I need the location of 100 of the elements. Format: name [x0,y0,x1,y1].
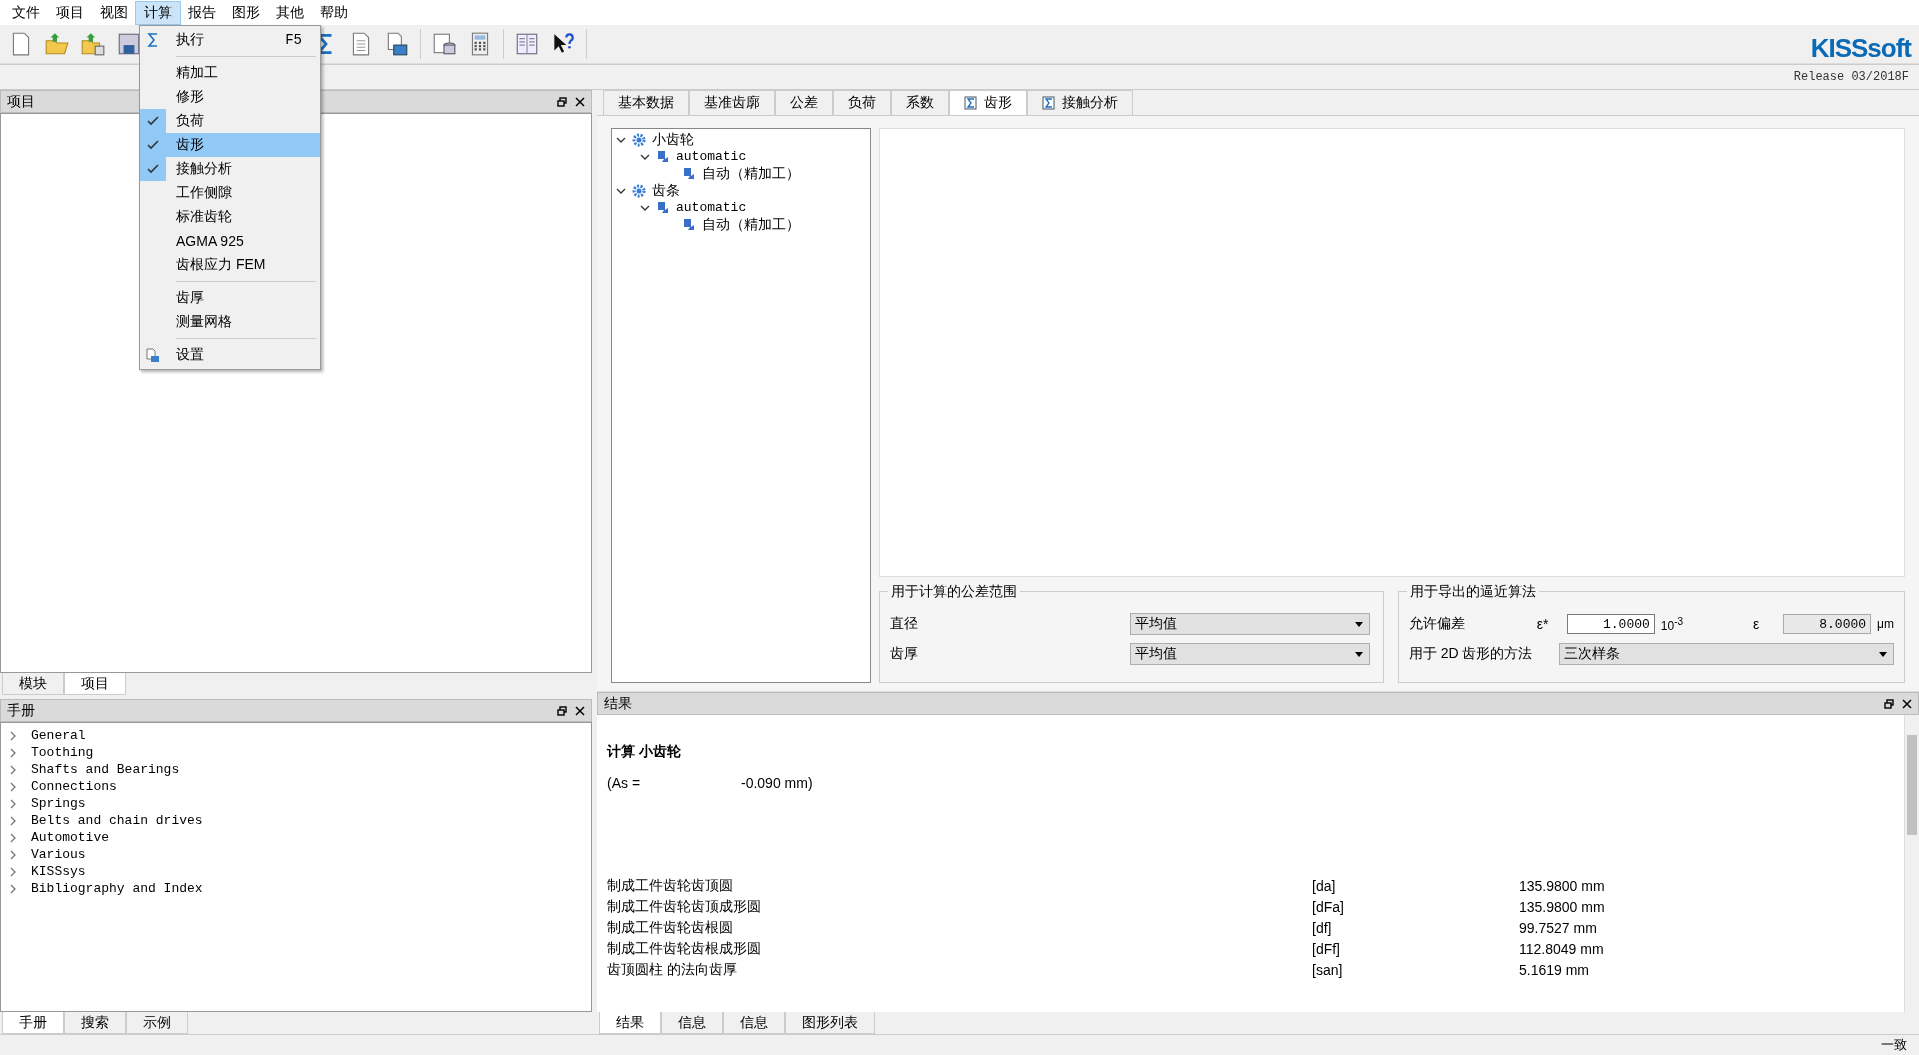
tab[interactable]: 接触分析 [1027,90,1133,115]
menu-item[interactable]: 计算 [136,1,180,24]
panel-tab[interactable]: 搜索 [64,1012,126,1034]
tree-item[interactable]: 齿条 [652,181,680,200]
unit-label: 10$^{-3}$ [1660,615,1684,633]
manual-item[interactable]: Bibliography and Index [31,881,203,896]
tab[interactable]: 公差 [775,90,833,115]
chevron-down-icon[interactable] [640,152,650,161]
chevron-right-icon[interactable] [9,815,17,826]
gear-icon [632,132,646,147]
panel-tab[interactable]: 结果 [599,1012,661,1034]
book-icon[interactable] [514,31,540,57]
restore-icon[interactable] [557,96,567,107]
dropdown-arrow-icon [1355,621,1363,627]
chevron-right-icon[interactable] [9,866,17,877]
tab[interactable]: 基本数据 [603,90,689,115]
sum-icon [146,33,160,47]
tool-icon [656,149,670,164]
panel-tab[interactable]: 图形列表 [785,1012,875,1034]
database-icon[interactable] [431,31,457,57]
manual-item[interactable]: Springs [31,796,86,811]
panel-tab[interactable]: 手册 [2,1012,64,1034]
chevron-right-icon[interactable] [9,849,17,860]
menu-entry[interactable]: 接触分析 [140,157,320,181]
manual-item[interactable]: Various [31,847,86,862]
tab[interactable]: 系数 [891,90,949,115]
manual-item[interactable]: Belts and chain drives [31,813,203,828]
field-label: 用于 2D 齿形的方法 [1408,645,1534,663]
dropdown-arrow-icon [1879,651,1887,657]
result-label: 制成工件齿轮齿根圆 [607,918,734,937]
scroll-thumb[interactable] [1907,735,1917,835]
dropdown[interactable]: 平均值 [1130,613,1370,635]
chevron-down-icon[interactable] [640,203,650,212]
input-field[interactable]: 1.0000 [1566,614,1655,634]
menu-entry[interactable]: 精加工 [140,61,320,85]
panel-tab[interactable]: 信息 [661,1012,723,1034]
panel-tab[interactable]: 模块 [2,673,64,695]
tree-item[interactable]: 自动（精加工） [702,164,800,183]
chevron-right-icon[interactable] [9,832,17,843]
menu-entry[interactable]: 齿厚 [140,286,320,310]
menu-entry[interactable]: 修形 [140,85,320,109]
tree-item[interactable]: automatic [676,149,747,164]
menu-entry[interactable]: 齿根应力 FEM [140,253,320,277]
dropdown[interactable]: 三次样条 [1558,643,1894,665]
tab[interactable]: 齿形 [949,90,1027,115]
result-value: -0.090 mm) [741,775,813,791]
chevron-right-icon[interactable] [9,798,17,809]
result-label: (As = [607,775,642,791]
menu-entry[interactable]: AGMA 925 [140,229,320,253]
manual-item[interactable]: Automotive [31,830,109,845]
menu-entry[interactable]: 测量网格 [140,310,320,334]
result-label: 齿顶圆柱 的法向齿厚 [607,960,738,979]
menu-item[interactable]: 图形 [224,1,268,24]
open-locked-icon[interactable] [80,31,106,57]
scrollbar[interactable] [1904,715,1919,1012]
chevron-right-icon[interactable] [9,730,17,741]
panel-tab[interactable]: 示例 [126,1012,188,1034]
menu-entry[interactable]: 负荷 [140,109,320,133]
menu-item[interactable]: 帮助 [312,1,356,24]
menu-item[interactable]: 文件 [4,1,48,24]
chevron-down-icon[interactable] [616,135,626,144]
chevron-right-icon[interactable] [9,764,17,775]
dropdown[interactable]: 平均值 [1130,643,1370,665]
menu-entry[interactable]: 设置 [140,343,320,367]
manual-item[interactable]: Toothing [31,745,94,760]
manual-item[interactable]: Shafts and Bearings [31,762,180,777]
restore-icon[interactable] [1884,698,1894,709]
tree-item[interactable]: automatic [676,200,747,215]
menu-item[interactable]: 其他 [268,1,312,24]
chevron-right-icon[interactable] [9,781,17,792]
menu-item[interactable]: 视图 [92,1,136,24]
menu-item[interactable]: 报告 [180,1,224,24]
menu-entry[interactable]: 齿形 [140,133,320,157]
chevron-right-icon[interactable] [9,883,17,894]
result-symbol: [dFa] [1312,898,1345,915]
restore-icon[interactable] [557,705,567,716]
tab[interactable]: 负荷 [833,90,891,115]
close-icon[interactable] [575,705,585,716]
manual-item[interactable]: General [31,728,86,743]
close-icon[interactable] [1902,698,1912,709]
close-icon[interactable] [575,96,585,107]
manual-item[interactable]: KISSsys [31,864,86,879]
panel-tab[interactable]: 信息 [723,1012,785,1034]
tree-item[interactable]: 自动（精加工） [702,215,800,234]
result-symbol: [san] [1312,961,1344,978]
menu-item[interactable]: 项目 [48,1,92,24]
tree-item[interactable]: 小齿轮 [652,130,694,149]
tab[interactable]: 基准齿廓 [689,90,775,115]
sum-document-icon [964,96,978,110]
save-icon[interactable] [116,31,142,57]
manual-item[interactable]: Connections [31,779,117,794]
chevron-right-icon[interactable] [9,747,17,758]
open-folder-icon[interactable] [44,31,70,57]
menu-entry[interactable]: 执行 F5 [140,28,320,52]
menu-entry[interactable]: 工作侧隙 [140,181,320,205]
menu-entry[interactable]: 标准齿轮 [140,205,320,229]
release-label: Release 03/2018F [1793,70,1909,84]
panel-tab[interactable]: 项目 [64,673,126,695]
field-label: 允许偏差 [1408,615,1466,633]
chevron-down-icon[interactable] [616,186,626,195]
